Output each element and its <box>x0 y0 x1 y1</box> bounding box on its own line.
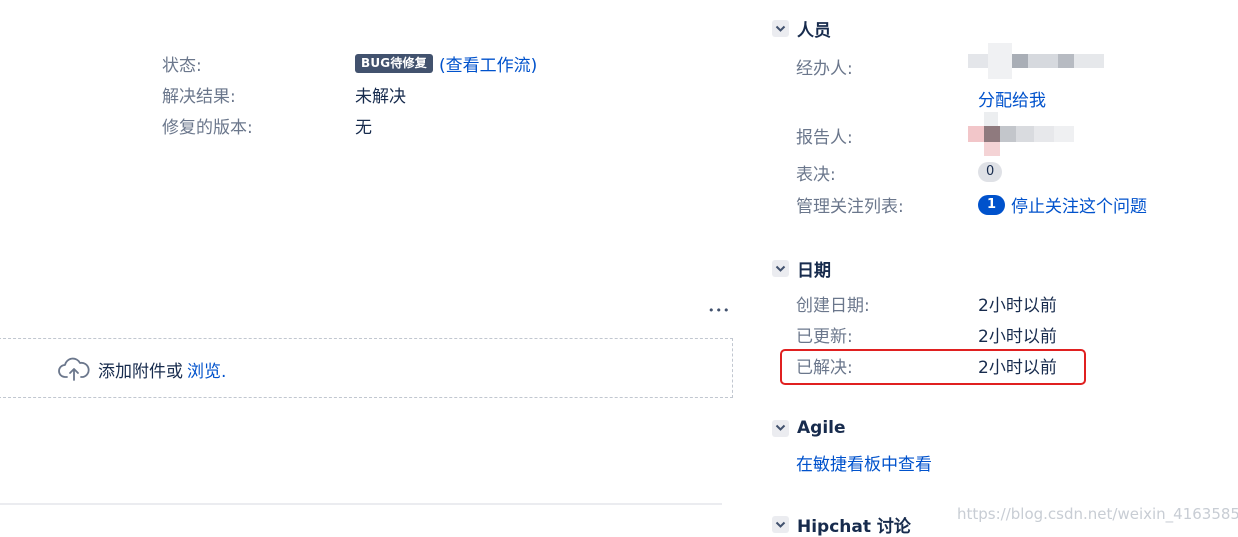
assignee-avatar-blurred <box>968 41 1104 81</box>
reporter-label: 报告人: <box>796 128 853 148</box>
dates-section-title: 日期 <box>797 261 831 281</box>
stop-watching-link[interactable]: 停止关注这个问题 <box>1011 192 1147 217</box>
resolved-highlight-box <box>780 349 1086 385</box>
status-label: 状态: <box>162 56 202 76</box>
watermark: https://blog.csdn.net/weixin_41635857 <box>957 505 1238 523</box>
chevron-down-icon[interactable] <box>772 260 789 277</box>
assign-to-me-link[interactable]: 分配给我 <box>978 86 1046 111</box>
fix-version-value: 无 <box>355 118 372 138</box>
hipchat-section-header[interactable]: Hipchat 讨论 <box>772 512 911 537</box>
resolution-value: 未解决 <box>355 87 406 107</box>
watchers-label: 管理关注列表: <box>796 197 904 217</box>
chevron-down-icon[interactable] <box>772 419 789 437</box>
fix-version-label: 修复的版本: <box>162 118 253 138</box>
votes-field[interactable]: 0 <box>978 160 1003 182</box>
watchers-field: 1 停止关注这个问题 <box>978 192 1147 217</box>
hipchat-section-title: Hipchat 讨论 <box>797 517 911 537</box>
updated-value: 2小时以前 <box>978 327 1057 347</box>
attachment-prompt: 添加附件或 浏览. <box>58 356 226 382</box>
votes-count-badge[interactable]: 0 <box>978 162 1003 182</box>
section-divider <box>0 503 722 505</box>
status-lozenge: BUG待修复 <box>355 54 433 73</box>
chevron-down-icon[interactable] <box>772 20 789 37</box>
view-on-board-link[interactable]: 在敏捷看板中查看 <box>796 450 932 475</box>
assignee-label: 经办人: <box>796 59 853 79</box>
reporter-avatar-blurred <box>968 112 1076 158</box>
status-field: BUG待修复 (查看工作流) <box>355 51 537 76</box>
resolution-label: 解决结果: <box>162 87 236 107</box>
browse-link[interactable]: 浏览. <box>187 357 226 382</box>
attachment-drop-text: 添加附件或 <box>98 361 183 382</box>
chevron-down-icon[interactable] <box>772 516 789 533</box>
agile-section-title: Agile <box>797 418 846 438</box>
view-workflow-link[interactable]: (查看工作流) <box>439 51 537 76</box>
created-label: 创建日期: <box>796 296 870 316</box>
votes-label: 表决: <box>796 165 836 185</box>
people-section-title: 人员 <box>797 21 831 41</box>
dates-section-header[interactable]: 日期 <box>772 256 831 281</box>
more-actions-button[interactable]: ••• <box>708 304 730 317</box>
people-section-header[interactable]: 人员 <box>772 16 831 41</box>
watchers-count-badge[interactable]: 1 <box>978 194 1006 215</box>
created-value: 2小时以前 <box>978 296 1057 316</box>
cloud-upload-icon <box>58 356 90 382</box>
updated-label: 已更新: <box>796 327 853 347</box>
agile-section-header[interactable]: Agile <box>772 418 846 438</box>
